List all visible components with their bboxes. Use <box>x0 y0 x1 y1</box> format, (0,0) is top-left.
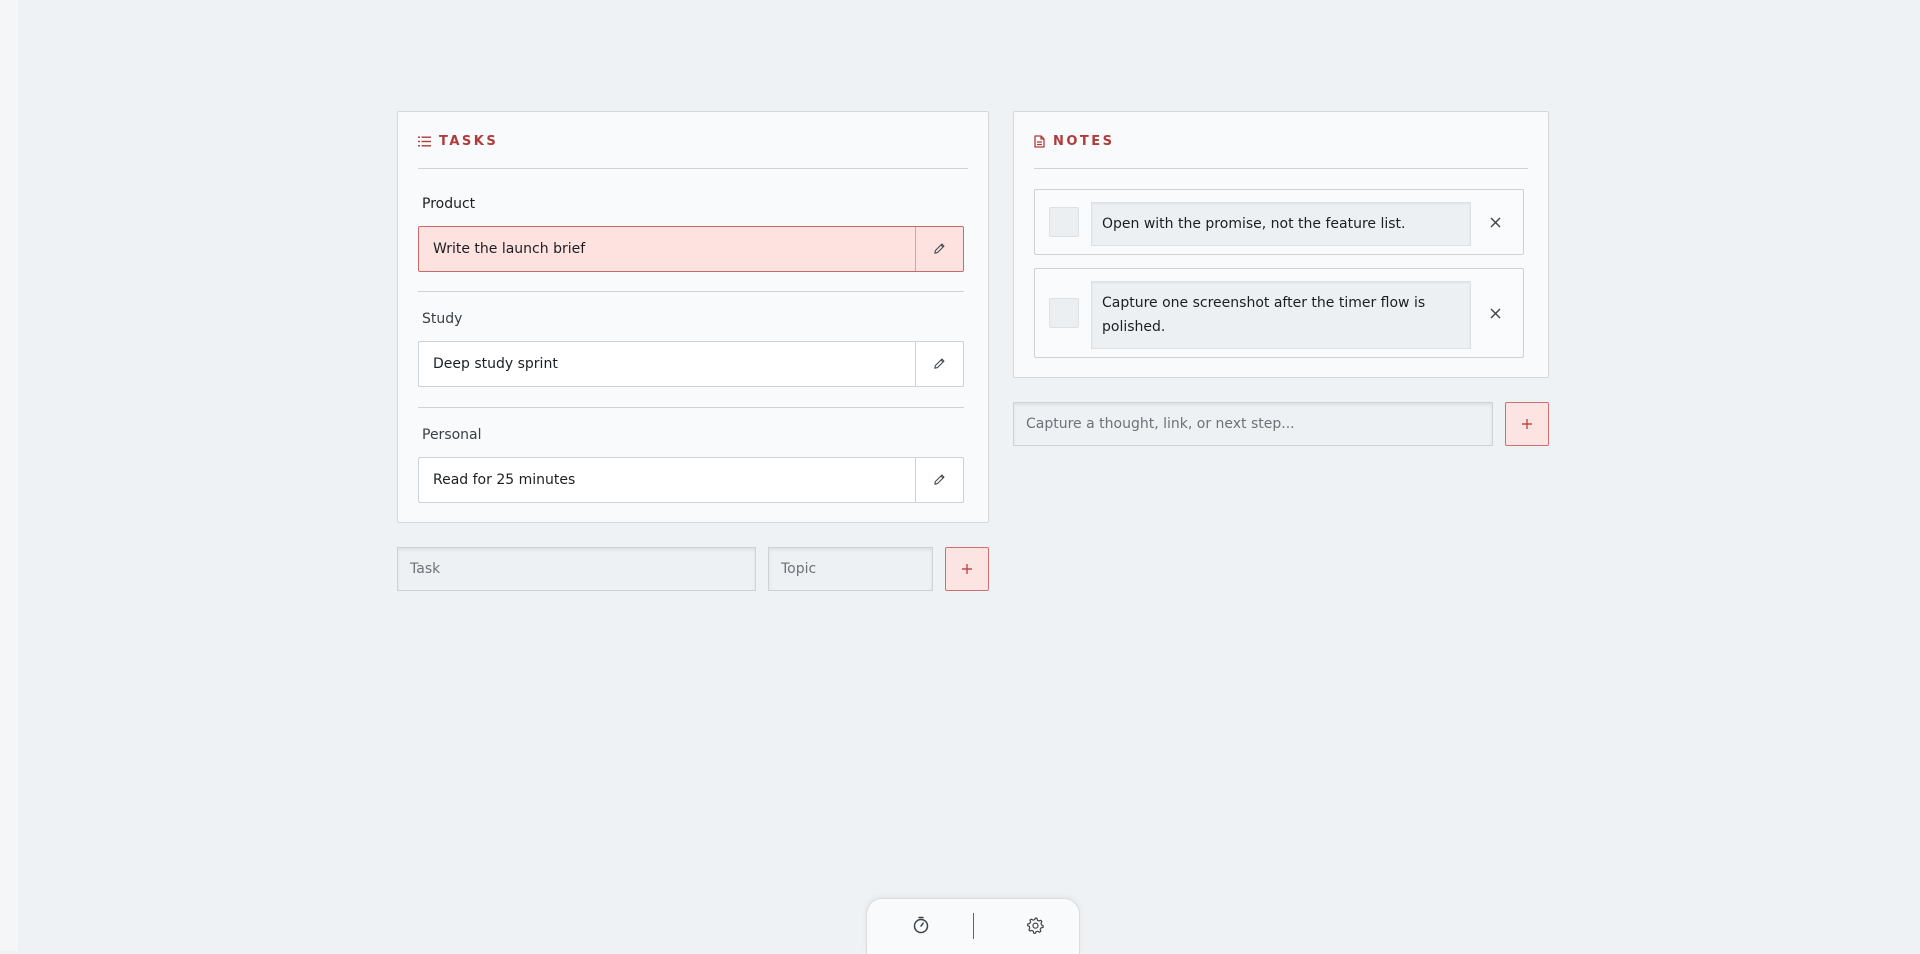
note-checkbox[interactable] <box>1049 298 1079 328</box>
notes-header: NOTES <box>1034 134 1115 149</box>
document-icon <box>1034 135 1045 148</box>
task-row[interactable]: Write the launch brief <box>418 226 964 272</box>
note-text[interactable]: Open with the promise, not the feature l… <box>1091 202 1471 246</box>
edit-task-button[interactable] <box>915 227 963 271</box>
timer-icon <box>912 916 930 938</box>
left-edge-strip <box>0 0 18 951</box>
topic-label-personal: Personal <box>422 427 482 443</box>
settings-button[interactable] <box>1021 913 1049 941</box>
task-row[interactable]: Deep study sprint <box>418 341 964 387</box>
pencil-icon <box>933 471 946 490</box>
note-item: Open with the promise, not the feature l… <box>1034 189 1524 255</box>
dock-divider <box>973 913 974 939</box>
topic-divider <box>418 407 964 408</box>
task-input[interactable]: Task <box>397 547 756 591</box>
list-icon <box>418 136 431 147</box>
note-input[interactable]: Capture a thought, link, or next step... <box>1013 402 1493 446</box>
tasks-header: TASKS <box>418 134 498 149</box>
topic-label-study: Study <box>422 311 463 327</box>
edit-task-button[interactable] <box>915 342 963 386</box>
timer-button[interactable] <box>907 913 935 941</box>
notes-panel: NOTES Open with the promise, not the fea… <box>1013 111 1549 378</box>
plus-icon <box>961 560 973 579</box>
tasks-header-divider <box>418 168 968 169</box>
tasks-title: TASKS <box>439 134 499 149</box>
edit-task-button[interactable] <box>915 458 963 502</box>
tasks-panel: TASKS Product Write the launch brief Stu… <box>397 111 989 523</box>
gear-icon <box>1026 916 1045 939</box>
task-title: Write the launch brief <box>433 241 586 257</box>
topic-input[interactable]: Topic <box>768 547 933 591</box>
add-note-button[interactable] <box>1505 402 1549 446</box>
notes-title: NOTES <box>1053 134 1115 149</box>
pencil-icon <box>933 240 946 259</box>
delete-note-button[interactable] <box>1485 303 1505 323</box>
close-icon <box>1490 304 1501 323</box>
task-title: Deep study sprint <box>433 356 558 372</box>
bottom-dock <box>866 898 1080 954</box>
topic-label-product: Product <box>422 196 476 212</box>
note-item: Capture one screenshot after the timer f… <box>1034 268 1524 358</box>
close-icon <box>1490 213 1501 232</box>
add-task-button[interactable] <box>945 547 989 591</box>
note-text[interactable]: Capture one screenshot after the timer f… <box>1091 281 1471 349</box>
task-row[interactable]: Read for 25 minutes <box>418 457 964 503</box>
delete-note-button[interactable] <box>1485 212 1505 232</box>
plus-icon <box>1521 415 1533 434</box>
topic-divider <box>418 291 964 292</box>
pencil-icon <box>933 355 946 374</box>
task-title: Read for 25 minutes <box>433 472 576 488</box>
note-checkbox[interactable] <box>1049 207 1079 237</box>
notes-header-divider <box>1034 168 1528 169</box>
